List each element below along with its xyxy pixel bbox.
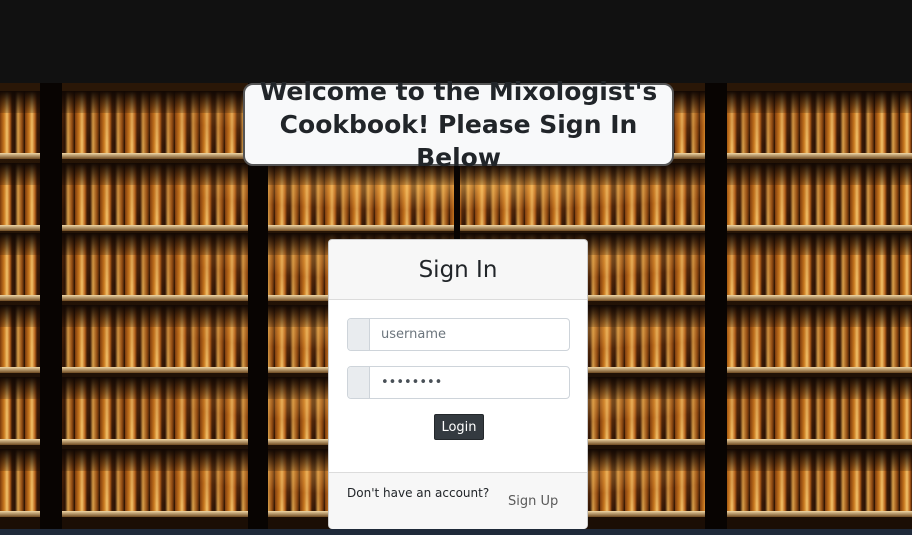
username-field (347, 318, 570, 351)
password-input[interactable] (370, 367, 569, 398)
welcome-title: Welcome to the Mixologist's Cookbook! Pl… (253, 75, 664, 174)
signin-card: Sign In Login Don't have an account? Sig… (328, 239, 588, 529)
shelf-divider (40, 83, 62, 529)
bottom-strip (0, 529, 912, 535)
welcome-banner: Welcome to the Mixologist's Cookbook! Pl… (243, 77, 674, 172)
login-button[interactable]: Login (434, 414, 484, 440)
no-account-text: Don't have an account? (347, 486, 490, 500)
signin-heading: Sign In (418, 256, 498, 283)
password-addon (348, 367, 370, 398)
signin-card-header: Sign In (329, 240, 587, 300)
shelf-divider (705, 83, 727, 529)
password-field (347, 366, 570, 399)
username-input[interactable] (370, 319, 569, 350)
top-bar (0, 0, 912, 83)
signin-card-footer: Don't have an account? Sign Up (329, 472, 587, 529)
welcome-title-line1: Welcome to the Mixologist's (259, 77, 658, 106)
username-addon (348, 319, 370, 350)
welcome-title-line2: Cookbook! Please Sign In Below (279, 110, 638, 172)
signup-link[interactable]: Sign Up (508, 494, 558, 509)
